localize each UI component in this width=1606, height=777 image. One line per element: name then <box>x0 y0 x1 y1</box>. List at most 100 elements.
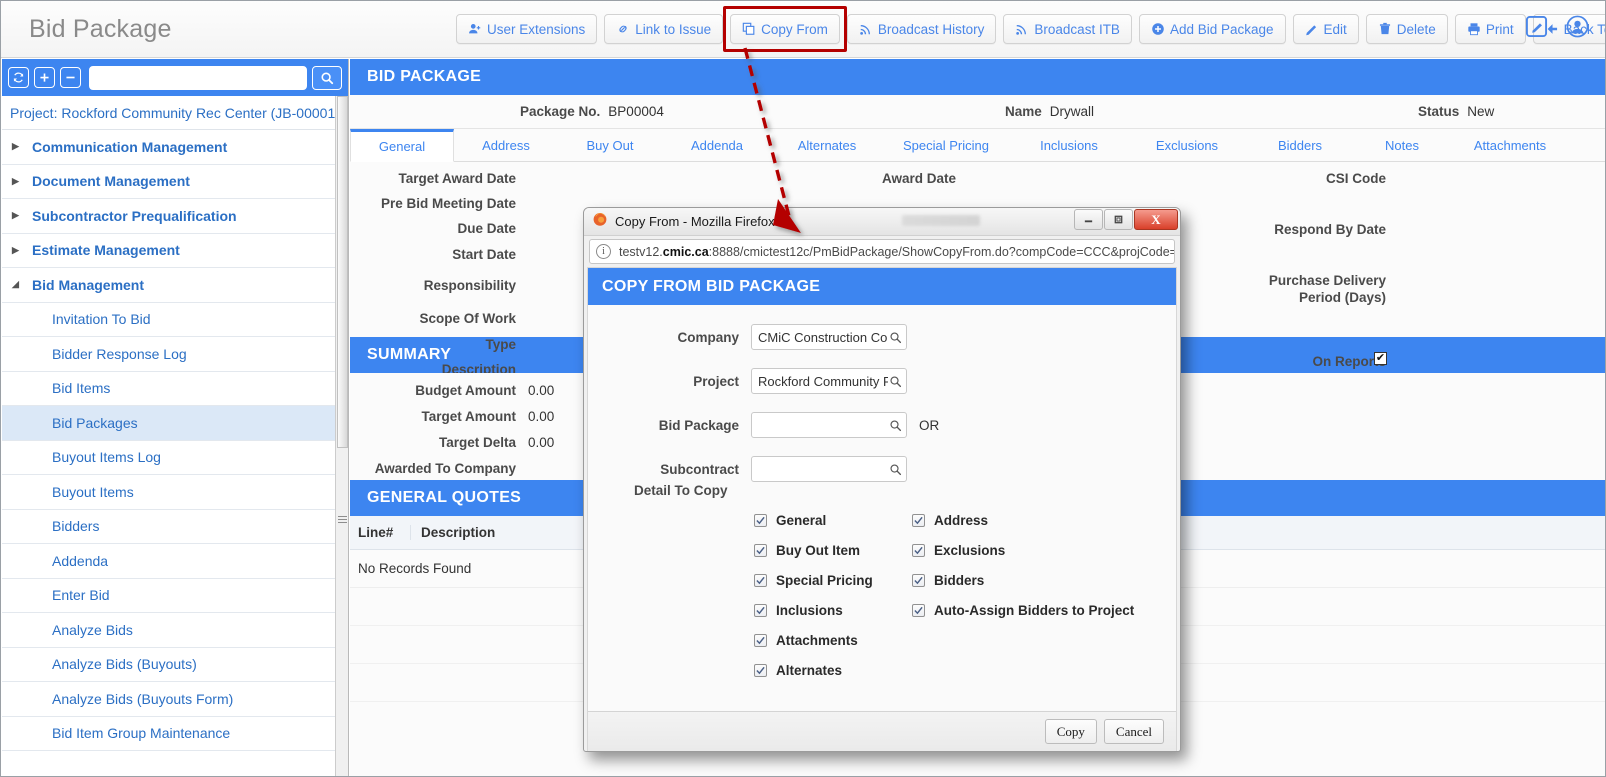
sidebar-scrollbar[interactable] <box>335 96 348 776</box>
sidebar-item-bidder-response-log[interactable]: Bidder Response Log <box>2 337 348 372</box>
checkbox-buy-out-item[interactable]: Buy Out Item <box>754 535 873 565</box>
project-label: Project <box>693 373 739 389</box>
sidebar-item-invitation-to-bid[interactable]: Invitation To Bid <box>2 302 348 337</box>
search-icon[interactable] <box>888 463 902 476</box>
sidebar-item-buyout-items[interactable]: Buyout Items <box>2 475 348 510</box>
sidebar-item-bid-packages[interactable]: Bid Packages <box>2 406 348 441</box>
checkbox-special-pricing[interactable]: Special Pricing <box>754 565 873 595</box>
sidebar-item-analyze-bids[interactable]: Analyze Bids <box>2 613 348 648</box>
broadcast-itb-button[interactable]: Broadcast ITB <box>1003 14 1132 44</box>
checkbox-general[interactable]: General <box>754 505 873 535</box>
company-input[interactable]: CMiC Construction Comp <box>751 324 907 350</box>
copy-from-button[interactable]: Copy From <box>730 14 840 44</box>
checkbox-attachments[interactable]: Attachments <box>754 625 873 655</box>
copy-from-form: Company CMiC Construction Comp Project R… <box>588 305 1176 711</box>
checkbox-box[interactable] <box>912 543 925 557</box>
collapse-all-icon[interactable] <box>60 67 81 88</box>
sidebar-search-input[interactable] <box>89 65 307 90</box>
minimize-button[interactable] <box>1074 209 1103 230</box>
checkbox-box[interactable] <box>912 603 925 617</box>
sidebar-item-bid-item-group-maintenance[interactable]: Bid Item Group Maintenance <box>2 716 348 751</box>
tab-addenda[interactable]: Addenda <box>662 129 772 161</box>
checkbox-exclusions[interactable]: Exclusions <box>912 535 1134 565</box>
subcontract-label: Subcontract <box>660 461 739 477</box>
bid-package-input[interactable] <box>751 412 907 438</box>
cancel-button[interactable]: Cancel <box>1103 719 1164 744</box>
checkbox-label: Auto-Assign Bidders to Project <box>934 602 1135 618</box>
sidebar-group-subcontractor-prequalification[interactable]: ▶ Subcontractor Prequalification <box>2 199 348 234</box>
sidebar-group-estimate-management[interactable]: ▶ Estimate Management <box>2 233 348 268</box>
sidebar-group-bid-management[interactable]: ◢ Bid Management <box>2 268 348 303</box>
tab-address[interactable]: Address <box>454 129 558 161</box>
sidebar-item-bid-items[interactable]: Bid Items <box>2 371 348 406</box>
broadcast-history-button[interactable]: Broadcast History <box>846 14 997 44</box>
sidebar-item-enter-bid[interactable]: Enter Bid <box>2 578 348 613</box>
checkbox-box[interactable] <box>754 603 767 617</box>
checkbox-bidders[interactable]: Bidders <box>912 565 1134 595</box>
tab-general[interactable]: General <box>350 129 454 162</box>
tab-label: Alternates <box>797 137 857 153</box>
sidebar-group-communication-management[interactable]: ▶ Communication Management <box>2 130 348 165</box>
delete-button[interactable]: Delete <box>1365 14 1448 44</box>
dialog-body: COPY FROM BID PACKAGE Company CMiC Const… <box>587 267 1177 751</box>
on-reports-checkbox[interactable]: ✔ <box>1374 352 1387 365</box>
sidebar-item-addenda[interactable]: Addenda <box>2 544 348 579</box>
plus-circle-icon <box>1151 22 1165 36</box>
sidebar-group-document-management[interactable]: ▶ Document Management <box>2 164 348 199</box>
project-row: Project Rockford Community Re <box>588 359 1176 403</box>
tab-notes[interactable]: Notes <box>1354 129 1450 161</box>
sidebar-item-label: Analyze Bids <box>52 621 133 638</box>
checkbox-alternates[interactable]: Alternates <box>754 655 873 685</box>
user-account-icon[interactable] <box>1566 15 1589 38</box>
dialog-url-bar[interactable]: i testv12.cmic.ca:8888/cmictest12c/PmBid… <box>589 239 1175 264</box>
field-value: Drywall <box>1049 104 1095 119</box>
checkbox-inclusions[interactable]: Inclusions <box>754 595 873 625</box>
checkbox-box[interactable] <box>754 573 767 587</box>
url-prefix: testv12. <box>619 244 663 259</box>
link-to-issue-button[interactable]: Link to Issue <box>604 14 724 44</box>
tab-buy-out[interactable]: Buy Out <box>558 129 662 161</box>
tab-alternates[interactable]: Alternates <box>772 129 882 161</box>
user-plus-icon <box>468 22 482 36</box>
maximize-button[interactable] <box>1104 209 1133 230</box>
column-header-line: Line# <box>358 525 394 540</box>
checkbox-box[interactable] <box>754 633 767 647</box>
checkbox-address[interactable]: Address <box>912 505 1134 535</box>
close-button[interactable]: X <box>1134 209 1178 230</box>
add-bid-package-button[interactable]: Add Bid Package <box>1138 14 1286 44</box>
search-icon[interactable] <box>888 331 902 344</box>
tab-bidders[interactable]: Bidders <box>1246 129 1354 161</box>
scrollbar-thumb[interactable] <box>337 96 348 448</box>
edit-button[interactable]: Edit <box>1292 14 1359 44</box>
checkbox-auto-assign-bidders[interactable]: Auto-Assign Bidders to Project <box>912 595 1134 625</box>
tab-exclusions[interactable]: Exclusions <box>1128 129 1246 161</box>
tab-inclusions[interactable]: Inclusions <box>1010 129 1128 161</box>
checkbox-column-right: Address Exclusions Bidders Auto-Assign B… <box>912 505 1134 625</box>
user-extensions-button[interactable]: User Extensions <box>456 14 598 44</box>
checkbox-box[interactable] <box>754 513 767 527</box>
print-button[interactable]: Print <box>1454 14 1526 44</box>
search-icon[interactable] <box>888 375 902 388</box>
checkbox-box[interactable] <box>912 513 925 527</box>
sidebar-item-bidders[interactable]: Bidders <box>2 509 348 544</box>
copy-button[interactable]: Copy <box>1044 719 1097 744</box>
checkbox-box[interactable] <box>912 573 925 587</box>
tab-attachments[interactable]: Attachments <box>1450 129 1570 161</box>
expand-all-icon[interactable] <box>34 67 55 88</box>
search-icon[interactable] <box>312 65 342 90</box>
subcontract-input[interactable] <box>751 456 907 482</box>
project-input[interactable]: Rockford Community Re <box>751 368 907 394</box>
sidebar-item-analyze-bids-buyouts[interactable]: Analyze Bids (Buyouts) <box>2 647 348 682</box>
refresh-icon[interactable] <box>8 67 29 88</box>
sidebar-project-selector[interactable]: Project: Rockford Community Rec Center (… <box>2 96 348 130</box>
checkbox-box[interactable] <box>754 543 767 557</box>
dialog-title-bar[interactable]: Copy From - Mozilla Firefox X <box>584 208 1180 236</box>
sidebar-item-analyze-bids-buyouts-form[interactable]: Analyze Bids (Buyouts Form) <box>2 682 348 717</box>
tab-special-pricing[interactable]: Special Pricing <box>882 129 1010 161</box>
search-icon[interactable] <box>888 419 902 432</box>
chevron-right-icon: ▶ <box>12 210 19 221</box>
label-scope-of-work: Scope Of Work <box>419 311 516 326</box>
edit-square-icon[interactable] <box>1525 15 1548 38</box>
sidebar-item-buyout-items-log[interactable]: Buyout Items Log <box>2 440 348 475</box>
checkbox-box[interactable] <box>754 663 767 677</box>
